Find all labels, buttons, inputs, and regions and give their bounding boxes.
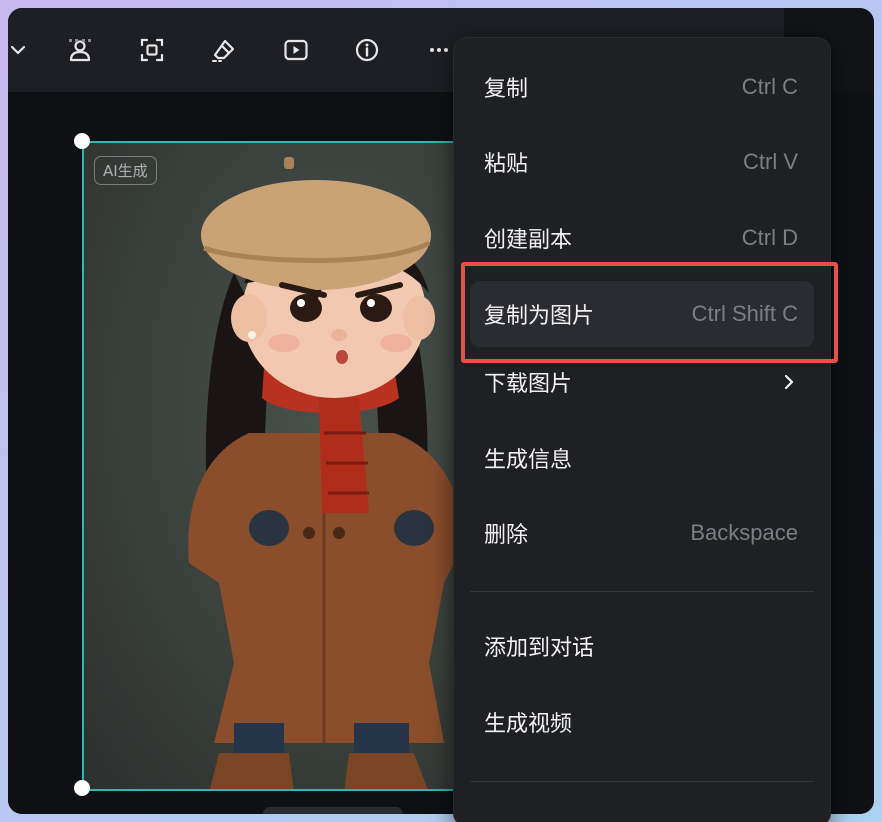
context-menu: 复制 Ctrl C 粘贴 Ctrl V 创建副本 Ctrl D 复制为图片 Ct…	[453, 37, 831, 822]
ai-generated-badge: AI生成	[94, 156, 157, 185]
menu-item-label: 生成视频	[484, 712, 573, 737]
menu-item-duplicate[interactable]: 创建副本 Ctrl D	[470, 205, 814, 271]
menu-item-shortcut: Ctrl D	[741, 225, 798, 250]
menu-item-shortcut: Ctrl V	[743, 149, 798, 174]
menu-item-copy-as-image[interactable]: 复制为图片 Ctrl Shift C	[470, 281, 814, 347]
bottom-bar	[263, 807, 403, 814]
menu-item-add-to-chat[interactable]: 添加到对话	[470, 613, 814, 679]
menu-item-label: 删除	[484, 523, 529, 548]
menu-item-shortcut: Backspace	[690, 520, 798, 545]
chevron-down-icon[interactable]	[8, 34, 34, 66]
menu-divider	[470, 781, 814, 782]
menu-item-copy[interactable]: 复制 Ctrl C	[470, 54, 814, 120]
menu-item-shortcut: Ctrl C	[741, 74, 798, 99]
menu-item-shortcut: Ctrl Shift C	[691, 301, 798, 326]
menu-item-label: 复制为图片	[484, 304, 595, 329]
focus-frame-icon[interactable]	[136, 34, 168, 66]
menu-item-download-image[interactable]: 下载图片	[470, 349, 814, 415]
resize-handle-bottom-left[interactable]	[74, 780, 90, 796]
menu-item-label: 粘贴	[484, 152, 529, 177]
more-icon[interactable]	[423, 34, 455, 66]
chevron-right-icon	[784, 374, 794, 390]
eraser-icon[interactable]	[208, 34, 240, 66]
menu-item-delete[interactable]: 删除 Backspace	[470, 500, 814, 566]
menu-divider	[470, 591, 814, 592]
menu-item-label: 添加到对话	[484, 636, 595, 661]
menu-item-label: 生成信息	[484, 448, 573, 473]
person-cutout-icon[interactable]	[64, 34, 96, 66]
info-icon[interactable]	[351, 34, 383, 66]
menu-item-label: 创建副本	[484, 228, 573, 253]
menu-item-generate-video[interactable]: 生成视频	[470, 689, 814, 755]
menu-item-label: 下载图片	[484, 372, 573, 397]
menu-item-generation-info[interactable]: 生成信息	[470, 425, 814, 491]
menu-item-paste[interactable]: 粘贴 Ctrl V	[470, 129, 814, 195]
resize-handle-top-left[interactable]	[74, 133, 90, 149]
play-icon[interactable]	[280, 34, 312, 66]
menu-item-label: 复制	[484, 77, 529, 102]
